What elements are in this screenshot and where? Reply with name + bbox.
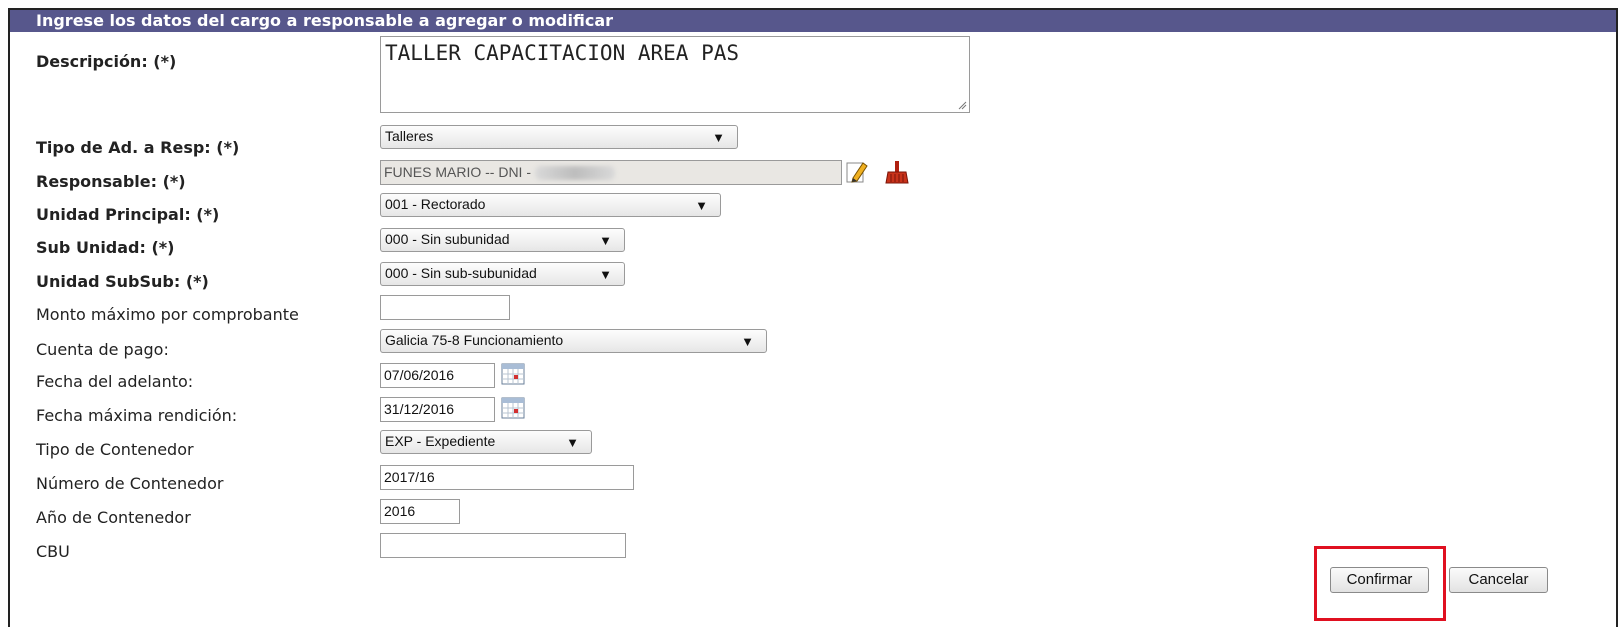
dropdown-arrow-icon: ▼ xyxy=(599,267,612,282)
tipo-ad-label: Tipo de Ad. a Resp: (*) xyxy=(36,138,240,157)
responsable-label: Responsable: (*) xyxy=(36,172,186,191)
cuenta-pago-select[interactable]: Galicia 75-8 Funcionamiento ▼ xyxy=(380,329,767,353)
dropdown-arrow-icon: ▼ xyxy=(741,334,754,349)
fecha-rendicion-value: 31/12/2016 xyxy=(384,401,455,417)
cbu-input[interactable] xyxy=(380,533,626,558)
descripcion-label: Descripción: (*) xyxy=(36,52,177,71)
fecha-rendicion-input[interactable]: 31/12/2016 xyxy=(380,397,495,422)
tipo-contenedor-value: EXP - Expediente xyxy=(385,433,496,449)
resize-grip-icon[interactable] xyxy=(957,100,967,110)
edit-pencil-icon[interactable] xyxy=(846,160,868,184)
unidad-principal-label: Unidad Principal: (*) xyxy=(36,205,220,224)
fecha-adelanto-label: Fecha del adelanto: xyxy=(36,372,194,391)
monto-maximo-label: Monto máximo por comprobante xyxy=(36,305,299,324)
unidad-subsub-label: Unidad SubSub: (*) xyxy=(36,272,209,291)
tipo-contenedor-label: Tipo de Contenedor xyxy=(36,440,194,459)
cuenta-pago-value: Galicia 75-8 Funcionamiento xyxy=(385,332,564,348)
responsable-input[interactable]: FUNES MARIO -- DNI - xyxy=(380,160,842,185)
fecha-adelanto-value: 07/06/2016 xyxy=(384,367,455,383)
calendar-icon[interactable] xyxy=(501,363,525,385)
tipo-contenedor-select[interactable]: EXP - Expediente ▼ xyxy=(380,430,592,454)
numero-contenedor-label: Número de Contenedor xyxy=(36,474,224,493)
unidad-subsub-select[interactable]: 000 - Sin sub-subunidad ▼ xyxy=(380,262,625,286)
cuenta-pago-label: Cuenta de pago: xyxy=(36,340,169,359)
anio-contenedor-input[interactable]: 2016 xyxy=(380,499,460,524)
form-header: Ingrese los datos del cargo a responsabl… xyxy=(10,10,1616,32)
calendar-icon[interactable] xyxy=(501,397,525,419)
anio-contenedor-value: 2016 xyxy=(384,503,416,519)
broom-clear-icon[interactable] xyxy=(884,160,910,184)
sub-unidad-value: 000 - Sin subunidad xyxy=(385,231,510,247)
numero-contenedor-value: 2017/16 xyxy=(384,469,435,485)
descripcion-value: TALLER CAPACITACION AREA PAS xyxy=(385,41,740,65)
sub-unidad-label: Sub Unidad: (*) xyxy=(36,238,175,257)
fecha-rendicion-label: Fecha máxima rendición: xyxy=(36,406,238,425)
unidad-subsub-value: 000 - Sin sub-subunidad xyxy=(385,265,537,281)
monto-maximo-input[interactable] xyxy=(380,295,510,320)
unidad-principal-value: 001 - Rectorado xyxy=(385,196,486,212)
dropdown-arrow-icon: ▼ xyxy=(695,198,708,213)
numero-contenedor-input[interactable]: 2017/16 xyxy=(380,465,634,490)
responsable-value: FUNES MARIO -- DNI - xyxy=(384,164,531,180)
descripcion-textarea[interactable]: TALLER CAPACITACION AREA PAS xyxy=(380,36,970,113)
cbu-label: CBU xyxy=(36,542,70,561)
fecha-adelanto-input[interactable]: 07/06/2016 xyxy=(380,363,495,388)
dropdown-arrow-icon: ▼ xyxy=(566,435,579,450)
sub-unidad-select[interactable]: 000 - Sin subunidad ▼ xyxy=(380,228,625,252)
anio-contenedor-label: Año de Contenedor xyxy=(36,508,191,527)
dropdown-arrow-icon: ▼ xyxy=(712,130,725,145)
confirmar-button[interactable]: Confirmar xyxy=(1330,567,1429,593)
form-panel: Ingrese los datos del cargo a responsabl… xyxy=(8,8,1618,627)
unidad-principal-select[interactable]: 001 - Rectorado ▼ xyxy=(380,193,721,217)
redacted-dni xyxy=(534,166,615,181)
dropdown-arrow-icon: ▼ xyxy=(599,233,612,248)
tipo-ad-value: Talleres xyxy=(385,128,434,144)
cancelar-button[interactable]: Cancelar xyxy=(1449,567,1548,593)
tipo-ad-select[interactable]: Talleres ▼ xyxy=(380,125,738,149)
